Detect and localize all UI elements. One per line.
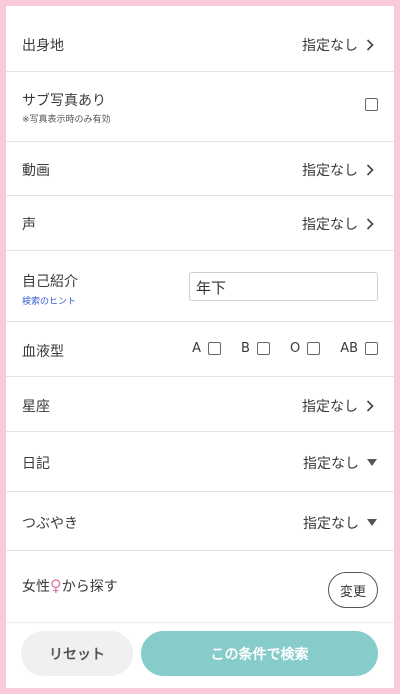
- blood-option-b-checkbox[interactable]: [256, 342, 270, 355]
- change-button-label: 変更: [339, 584, 366, 600]
- search-button[interactable]: この条件で検索: [141, 631, 378, 676]
- video-value[interactable]: 指定なし: [302, 160, 374, 180]
- tweet-label: つぶやき: [22, 516, 78, 532]
- chevron-right-icon: [366, 400, 374, 412]
- row-voice[interactable]: 声 指定なし: [6, 196, 394, 251]
- blood-type-label: 血液型: [22, 344, 64, 360]
- blood-type-options: A B O AB: [172, 341, 378, 356]
- row-birthplace[interactable]: 出身地 指定なし: [6, 16, 394, 72]
- row-sub-photo: サブ写真あり ※写真表示時のみ有効: [6, 72, 394, 142]
- diary-label: 日記: [22, 456, 50, 472]
- search-female-label-after: から探す: [61, 579, 118, 595]
- row-diary[interactable]: 日記 指定なし: [6, 432, 394, 492]
- search-female-label-before: 女性: [22, 579, 50, 595]
- row-self-intro: 自己紹介 検索のヒント 年下: [6, 251, 394, 322]
- row-blood-type: 血液型 A B O AB: [6, 322, 394, 377]
- blood-option-b-label: B: [241, 341, 250, 356]
- row-search-female: 女性♀から探す 変更: [6, 551, 394, 622]
- blood-option-ab-label: AB: [340, 341, 358, 356]
- blood-option-ab-checkbox[interactable]: [365, 342, 378, 355]
- chevron-right-icon: [366, 39, 374, 51]
- voice-value[interactable]: 指定なし: [302, 214, 374, 234]
- zodiac-value-text: 指定なし: [302, 399, 358, 415]
- zodiac-value[interactable]: 指定なし: [302, 396, 374, 416]
- caret-down-icon: [367, 519, 377, 526]
- row-tweet[interactable]: つぶやき 指定なし: [6, 492, 394, 551]
- search-filter-panel: 出身地 指定なし サブ写真あり ※写真表示時のみ有効 動画 指定なし 声 指定な…: [6, 6, 394, 688]
- voice-value-text: 指定なし: [302, 217, 358, 233]
- birthplace-label: 出身地: [22, 38, 64, 54]
- blood-option-a-checkbox[interactable]: [208, 342, 222, 355]
- blood-option-o[interactable]: O: [289, 341, 321, 356]
- tweet-value-text: 指定なし: [303, 516, 359, 532]
- diary-select[interactable]: 指定なし: [303, 453, 377, 473]
- chevron-right-icon: [366, 218, 374, 230]
- video-label: 動画: [22, 163, 50, 179]
- blood-option-ab[interactable]: AB: [340, 341, 378, 356]
- self-intro-input[interactable]: 年下: [189, 272, 378, 301]
- blood-option-a[interactable]: A: [192, 341, 222, 356]
- row-zodiac[interactable]: 星座 指定なし: [6, 377, 394, 432]
- birthplace-value-text: 指定なし: [302, 38, 358, 54]
- chevron-right-icon: [366, 164, 374, 176]
- video-value-text: 指定なし: [302, 163, 358, 179]
- row-video[interactable]: 動画 指定なし: [6, 142, 394, 196]
- female-symbol-icon: ♀: [50, 576, 62, 595]
- sub-photo-note: ※写真表示時のみ有効: [22, 115, 111, 125]
- search-hint-link[interactable]: 検索のヒント: [22, 294, 76, 307]
- blood-option-o-label: O: [289, 341, 301, 356]
- zodiac-label: 星座: [22, 399, 50, 415]
- caret-down-icon: [367, 459, 377, 466]
- self-intro-label: 自己紹介: [22, 274, 78, 290]
- voice-label: 声: [22, 217, 36, 233]
- blood-option-o-checkbox[interactable]: [307, 342, 321, 355]
- blood-option-a-label: A: [192, 341, 202, 356]
- reset-button-label: リセット: [49, 646, 105, 663]
- self-intro-input-value: 年下: [196, 279, 227, 297]
- change-button[interactable]: 変更: [328, 572, 378, 608]
- birthplace-value[interactable]: 指定なし: [302, 35, 374, 55]
- search-button-label: この条件で検索: [210, 646, 309, 663]
- tweet-select[interactable]: 指定なし: [303, 513, 377, 533]
- diary-value-text: 指定なし: [303, 456, 359, 472]
- sub-photo-label: サブ写真あり: [22, 93, 106, 109]
- reset-button[interactable]: リセット: [21, 631, 133, 676]
- blood-option-b[interactable]: B: [241, 341, 270, 356]
- sub-photo-checkbox[interactable]: [365, 98, 378, 111]
- search-female-label: 女性♀から探す: [22, 576, 118, 596]
- footer-bar: リセット この条件で検索: [6, 622, 394, 688]
